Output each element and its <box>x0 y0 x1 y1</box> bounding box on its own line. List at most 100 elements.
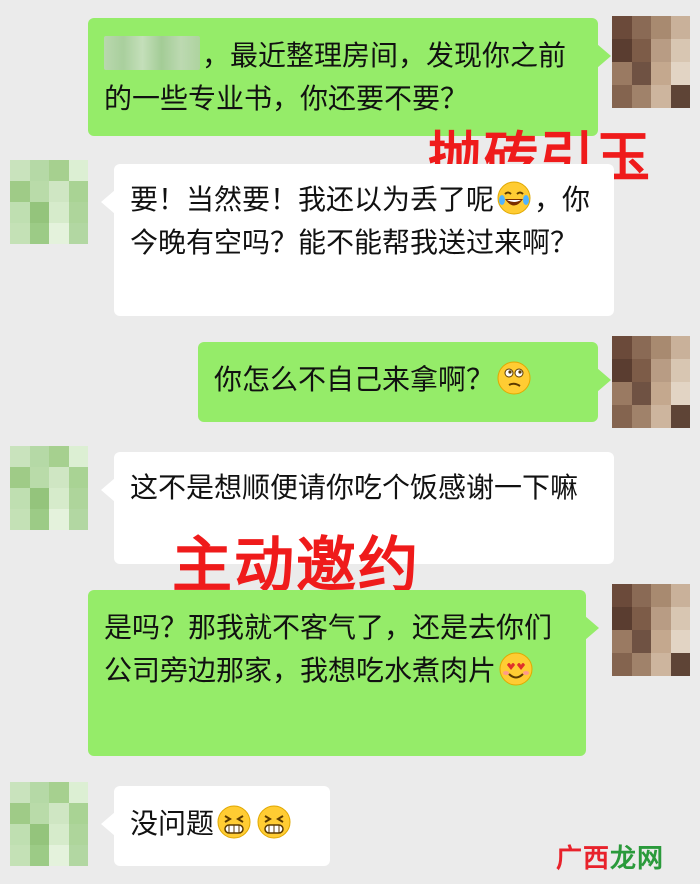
avatar-pixel <box>29 824 49 845</box>
avatar-pixel <box>29 782 49 803</box>
avatar-pixel <box>10 446 30 467</box>
avatar-pixel <box>651 630 671 653</box>
avatar-pixel <box>612 39 632 62</box>
grinning-emoji-icon <box>216 804 252 840</box>
avatar-pixel <box>670 39 690 62</box>
avatar-contact[interactable] <box>10 782 88 866</box>
avatar-pixel <box>612 382 632 405</box>
avatar-pixel <box>10 488 30 509</box>
message-text: 没问题 <box>130 807 215 840</box>
avatar-pixel <box>612 359 632 382</box>
avatar-pixel <box>651 85 671 108</box>
avatar-pixel <box>10 509 30 530</box>
avatar-pixel <box>49 845 69 866</box>
avatar-pixel <box>10 467 30 488</box>
avatar-pixel <box>651 359 671 382</box>
watermark-text: 龙网 <box>610 844 665 874</box>
avatar-pixel <box>68 160 88 181</box>
avatar-pixel <box>29 160 49 181</box>
avatar-contact[interactable] <box>10 446 88 530</box>
grinning-emoji-icon <box>256 804 292 840</box>
laughing-tears-emoji-icon <box>496 180 532 216</box>
message-bubble-received[interactable]: 没问题 <box>101 786 330 866</box>
avatar-pixel <box>612 630 632 653</box>
avatar-pixel <box>670 630 690 653</box>
avatar-pixel <box>29 223 49 244</box>
avatar-pixel <box>10 181 30 202</box>
avatar-self[interactable] <box>612 336 690 428</box>
avatar-pixel <box>670 16 690 39</box>
avatar-pixel <box>651 405 671 428</box>
avatar-pixel <box>651 336 671 359</box>
avatar-pixel <box>68 488 88 509</box>
avatar-pixel <box>49 446 69 467</box>
watermark-text: 广西 <box>556 844 611 874</box>
avatar-pixel <box>612 62 632 85</box>
avatar-pixel <box>670 62 690 85</box>
message-bubble-sent[interactable]: 是吗？那我就不客气了，还是去你们公司旁边那家，我想吃水煮肉片 <box>88 590 599 756</box>
avatar-pixel <box>49 467 69 488</box>
avatar-pixel <box>49 803 69 824</box>
avatar-pixel <box>631 630 651 653</box>
avatar-pixel <box>68 824 88 845</box>
message-text: 你怎么不自己来拿啊？ <box>214 363 495 396</box>
avatar-pixel <box>612 16 632 39</box>
avatar-pixel <box>68 845 88 866</box>
message-text: 要！当然要！我还以为丢了呢 <box>130 183 495 216</box>
avatar-pixel <box>651 584 671 607</box>
message-bubble-received[interactable]: 要！当然要！我还以为丢了呢 ，你今晚有空吗？能不能帮我送过来啊？ <box>101 164 614 316</box>
avatar-pixel <box>68 509 88 530</box>
avatar-pixel <box>631 584 651 607</box>
avatar-pixel <box>29 803 49 824</box>
avatar-pixel <box>10 803 30 824</box>
avatar-pixel <box>670 584 690 607</box>
blurred-name <box>104 36 200 70</box>
message-bubble-sent[interactable]: 你怎么不自己来拿啊？ <box>198 342 611 422</box>
avatar-pixel <box>10 223 30 244</box>
avatar-pixel <box>631 382 651 405</box>
avatar-pixel <box>612 85 632 108</box>
avatar-self[interactable] <box>612 16 690 108</box>
message-text: 这不是想顺便请你吃个饭感谢一下嘛 <box>130 471 579 504</box>
avatar-pixel <box>68 202 88 223</box>
avatar-pixel <box>670 405 690 428</box>
avatar-pixel <box>612 336 632 359</box>
avatar-pixel <box>651 16 671 39</box>
avatar-contact[interactable] <box>10 160 88 244</box>
avatar-pixel <box>49 202 69 223</box>
avatar-pixel <box>29 446 49 467</box>
avatar-pixel <box>49 181 69 202</box>
avatar-pixel <box>631 39 651 62</box>
avatar-pixel <box>670 607 690 630</box>
avatar-pixel <box>651 607 671 630</box>
avatar-pixel <box>68 782 88 803</box>
avatar-pixel <box>68 223 88 244</box>
avatar-pixel <box>631 85 651 108</box>
avatar-pixel <box>49 488 69 509</box>
avatar-pixel <box>10 782 30 803</box>
avatar-pixel <box>49 824 69 845</box>
avatar-self[interactable] <box>612 584 690 676</box>
avatar-pixel <box>631 653 651 676</box>
avatar-pixel <box>670 336 690 359</box>
avatar-pixel <box>10 824 30 845</box>
avatar-pixel <box>631 607 651 630</box>
avatar-pixel <box>10 845 30 866</box>
avatar-pixel <box>651 382 671 405</box>
avatar-pixel <box>29 488 49 509</box>
message-text: 是吗？那我就不客气了，还是去你们公司旁边那家，我想吃水煮肉片 <box>104 611 553 687</box>
avatar-pixel <box>651 653 671 676</box>
avatar-pixel <box>10 160 30 181</box>
avatar-pixel <box>29 467 49 488</box>
avatar-pixel <box>651 62 671 85</box>
avatar-pixel <box>631 405 651 428</box>
avatar-pixel <box>612 584 632 607</box>
avatar-pixel <box>631 359 651 382</box>
avatar-pixel <box>631 336 651 359</box>
avatar-pixel <box>49 223 69 244</box>
avatar-pixel <box>670 359 690 382</box>
avatar-pixel <box>29 509 49 530</box>
avatar-pixel <box>612 405 632 428</box>
message-bubble-sent[interactable]: ，最近整理房间，发现你之前的一些专业书，你还要不要？ <box>88 18 611 136</box>
avatar-pixel <box>68 803 88 824</box>
